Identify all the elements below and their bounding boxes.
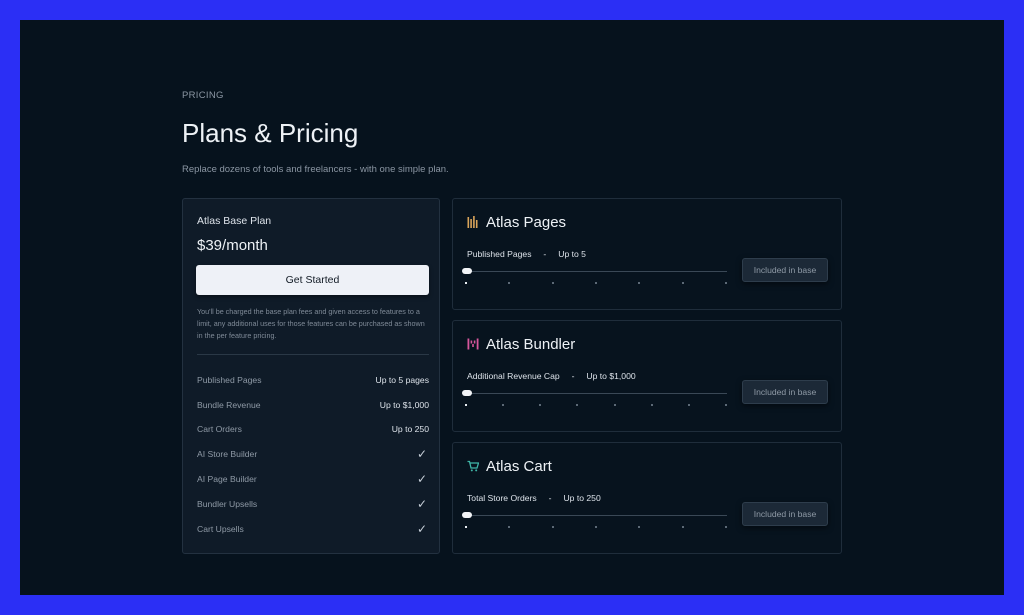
included-in-base-button[interactable]: Included in base — [742, 258, 828, 282]
feature-row: Bundler Upsells ✓ — [197, 497, 429, 511]
check-icon: ✓ — [416, 447, 427, 461]
base-plan-name: Atlas Base Plan — [197, 215, 272, 227]
page-title: Plans & Pricing — [182, 118, 359, 148]
slider-tick — [725, 404, 727, 406]
slider-tick — [552, 526, 554, 528]
feature-label: Cart Orders — [197, 424, 242, 434]
slider-tick — [688, 404, 690, 406]
base-plan-note: You'll be charged the base plan fees and… — [197, 307, 425, 340]
page-subtitle: Replace dozens of tools and freelancers … — [182, 164, 449, 175]
slider-tick — [682, 282, 684, 284]
divider — [197, 354, 429, 355]
feature-card-atlas-cart: Atlas Cart Total Store Orders - Up to 25… — [452, 442, 842, 554]
slider-tick — [651, 404, 653, 406]
cart-icon — [467, 460, 479, 472]
slider-tick — [465, 282, 467, 284]
feature-row: Published Pages Up to 5 pages — [197, 375, 429, 385]
feature-value: Up to $1,000 — [379, 400, 429, 410]
slider-tick — [465, 526, 467, 528]
check-icon: ✓ — [416, 497, 427, 511]
pages-bars-icon — [467, 216, 478, 228]
slider-tick — [638, 282, 640, 284]
slider-ticks — [465, 282, 729, 285]
feature-card-metric: Published Pages - Up to 5 — [467, 249, 586, 259]
section-eyebrow: PRICING — [182, 90, 224, 101]
slider-tick — [614, 404, 616, 406]
slider-tick — [682, 526, 684, 528]
base-plan-card: Atlas Base Plan $39/month Get Started Yo… — [182, 198, 440, 554]
slider-tick — [725, 526, 727, 528]
slider-handle[interactable] — [462, 390, 472, 396]
feature-card-metric: Additional Revenue Cap - Up to $1,000 — [467, 371, 636, 381]
bundler-icon — [467, 338, 479, 350]
feature-card-title: Atlas Bundler — [486, 336, 576, 353]
feature-row: Cart Orders Up to 250 — [197, 424, 429, 434]
feature-label: Bundle Revenue — [197, 400, 261, 410]
check-icon: ✓ — [416, 522, 427, 536]
check-icon: ✓ — [416, 472, 427, 486]
feature-card-atlas-bundler: Atlas Bundler Additional Revenue Cap - U… — [452, 320, 842, 432]
slider-tick — [595, 282, 597, 284]
slider-ticks — [465, 404, 729, 407]
feature-row: Bundle Revenue Up to $1,000 — [197, 400, 429, 410]
feature-label: Cart Upsells — [197, 524, 244, 534]
slider-tick — [465, 404, 467, 406]
slider-track[interactable] — [467, 271, 727, 272]
feature-value: Up to 5 pages — [375, 375, 429, 385]
included-in-base-button[interactable]: Included in base — [742, 502, 828, 526]
slider-tick — [508, 282, 510, 284]
slider-handle[interactable] — [462, 512, 472, 518]
get-started-button[interactable]: Get Started — [196, 265, 429, 295]
slider-tick — [539, 404, 541, 406]
slider-tick — [576, 404, 578, 406]
slider-tick — [638, 526, 640, 528]
feature-label: Bundler Upsells — [197, 499, 258, 509]
feature-card-title: Atlas Cart — [486, 458, 552, 475]
pricing-page: PRICING Plans & Pricing Replace dozens o… — [20, 20, 1004, 595]
slider-tick — [725, 282, 727, 284]
slider-tick — [502, 404, 504, 406]
slider-track[interactable] — [467, 393, 727, 394]
feature-row: AI Store Builder ✓ — [197, 447, 429, 461]
slider-handle[interactable] — [462, 268, 472, 274]
feature-row: AI Page Builder ✓ — [197, 472, 429, 486]
slider-ticks — [465, 526, 729, 529]
included-in-base-button[interactable]: Included in base — [742, 380, 828, 404]
feature-row: Cart Upsells ✓ — [197, 522, 429, 536]
slider-track[interactable] — [467, 515, 727, 516]
feature-card-atlas-pages: Atlas Pages Published Pages - Up to 5 In… — [452, 198, 842, 310]
feature-card-metric: Total Store Orders - Up to 250 — [467, 493, 601, 503]
slider-tick — [595, 526, 597, 528]
base-plan-price: $39/month — [197, 237, 268, 254]
feature-value: Up to 250 — [391, 424, 429, 434]
feature-label: AI Store Builder — [197, 449, 258, 459]
slider-tick — [508, 526, 510, 528]
feature-label: Published Pages — [197, 375, 262, 385]
slider-tick — [552, 282, 554, 284]
feature-label: AI Page Builder — [197, 474, 257, 484]
feature-card-title: Atlas Pages — [486, 214, 567, 231]
